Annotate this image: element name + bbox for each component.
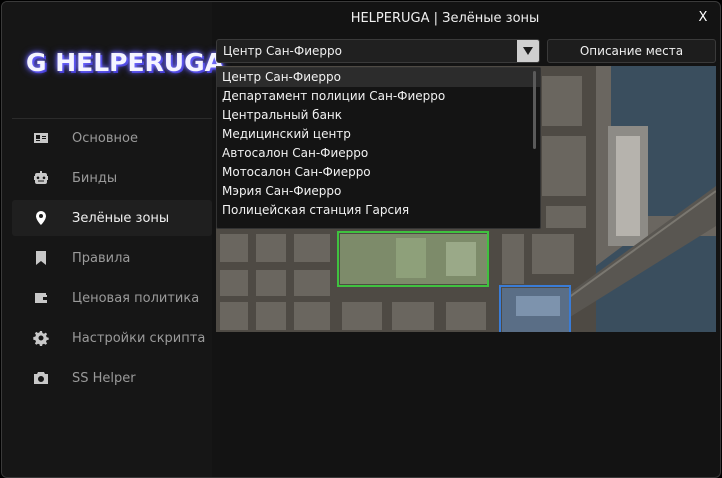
sidebar-item-label: Настройки скрипта xyxy=(72,330,206,346)
sidebar-item-label: SS Helper xyxy=(72,370,136,386)
map-pin-icon xyxy=(33,210,49,226)
close-button[interactable]: X xyxy=(696,10,710,26)
sidebar: G HELPERUGA Основное Бинды Зелёные зоны xyxy=(2,2,224,477)
dropdown-scrollbar[interactable] xyxy=(533,71,536,149)
dropdown-option[interactable]: Полицейская станция Гарсия xyxy=(217,201,540,220)
dropdown-option[interactable]: Центральный банк xyxy=(217,106,540,125)
sidebar-item-script-settings[interactable]: Настройки скрипта xyxy=(12,320,212,356)
dropdown-option[interactable]: Мэрия Сан-Фиерро xyxy=(217,182,540,201)
sidebar-nav: Основное Бинды Зелёные зоны Правила Цено… xyxy=(12,120,212,400)
wallet-icon xyxy=(33,290,49,306)
sidebar-item-ss-helper[interactable]: SS Helper xyxy=(12,360,212,396)
gear-icon xyxy=(33,330,49,346)
robot-icon xyxy=(33,170,49,186)
dropdown-option[interactable]: Медицинский центр xyxy=(217,125,540,144)
sidebar-item-label: Зелёные зоны xyxy=(72,210,170,226)
sidebar-item-label: Основное xyxy=(72,130,138,146)
zone-dropdown-list[interactable]: Центр Сан-Фиерро Департамент полиции Сан… xyxy=(216,67,541,229)
sidebar-item-pricing[interactable]: Ценовая политика xyxy=(12,280,212,316)
place-description-button[interactable]: Описание места xyxy=(547,39,716,63)
dropdown-option[interactable]: Автосалон Сан-Фиерро xyxy=(217,144,540,163)
bookmark-icon xyxy=(33,250,49,266)
dropdown-toggle[interactable] xyxy=(517,40,539,62)
sidebar-item-rules[interactable]: Правила xyxy=(12,240,212,276)
sidebar-item-label: Ценовая политика xyxy=(72,290,200,306)
sidebar-item-label: Правила xyxy=(72,250,131,266)
sidebar-item-main[interactable]: Основное xyxy=(12,120,212,156)
dropdown-option[interactable]: Мотосалон Сан-Фиерро xyxy=(217,163,540,182)
camera-icon xyxy=(33,370,49,386)
sidebar-item-green-zones[interactable]: Зелёные зоны xyxy=(12,200,212,236)
sidebar-item-binds[interactable]: Бинды xyxy=(12,160,212,196)
app-logo: G HELPERUGA xyxy=(26,47,224,77)
zone-select-value: Центр Сан-Фиерро xyxy=(223,44,342,58)
dropdown-option[interactable]: Департамент полиции Сан-Фиерро xyxy=(217,87,540,106)
sidebar-item-label: Бинды xyxy=(72,170,118,186)
chevron-down-icon xyxy=(523,47,533,55)
id-card-icon xyxy=(33,130,49,146)
app-window: G HELPERUGA Основное Бинды Зелёные зоны xyxy=(1,1,721,478)
window-title: HELPERUGA | Зелёные зоны xyxy=(350,11,540,26)
dropdown-option[interactable]: Центр Сан-Фиерро xyxy=(217,68,540,87)
zone-select[interactable]: Центр Сан-Фиерро xyxy=(216,39,540,63)
sidebar-divider xyxy=(12,118,212,119)
